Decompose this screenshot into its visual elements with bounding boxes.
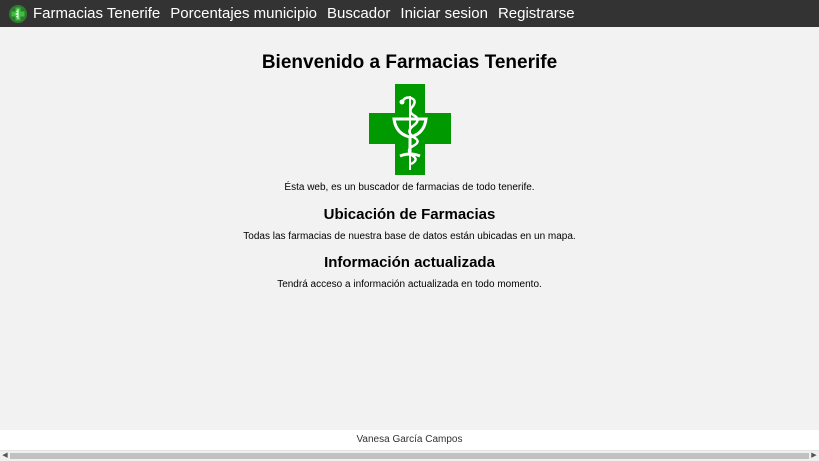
nav-brand-link[interactable]: Farmacias Tenerife <box>33 0 160 27</box>
section-informacion-title: Información actualizada <box>324 254 495 271</box>
horizontal-scrollbar[interactable]: ◀ ▶ <box>0 450 819 461</box>
pharmacy-logo-icon[interactable] <box>9 4 27 23</box>
page-title: Bienvenido a Farmacias Tenerife <box>261 52 558 73</box>
section-ubicacion-title: Ubicación de Farmacias <box>323 206 496 223</box>
nav-link-porcentajes[interactable]: Porcentajes municipio <box>170 0 317 27</box>
pharmacy-cross-icon <box>369 84 451 175</box>
intro-text: Ésta web, es un buscador de farmacias de… <box>284 182 535 193</box>
nav-link-registrarse[interactable]: Registrarse <box>498 0 575 27</box>
section-informacion-text: Tendrá acceso a información actualizada … <box>277 279 542 290</box>
scroll-left-icon[interactable]: ◀ <box>0 451 10 461</box>
scroll-right-icon[interactable]: ▶ <box>809 451 819 461</box>
navbar: Farmacias Tenerife Porcentajes municipio… <box>0 0 819 27</box>
nav-link-iniciar-sesion[interactable]: Iniciar sesion <box>400 0 488 27</box>
nav-link-buscador[interactable]: Buscador <box>327 0 390 27</box>
section-ubicacion-text: Todas las farmacias de nuestra base de d… <box>243 231 576 242</box>
footer-author: Vanesa García Campos <box>356 434 463 445</box>
footer: Vanesa García Campos <box>0 430 819 450</box>
scrollbar-thumb[interactable] <box>10 453 809 459</box>
main-content: Bienvenido a Farmacias Tenerife Ésta web… <box>0 27 819 430</box>
